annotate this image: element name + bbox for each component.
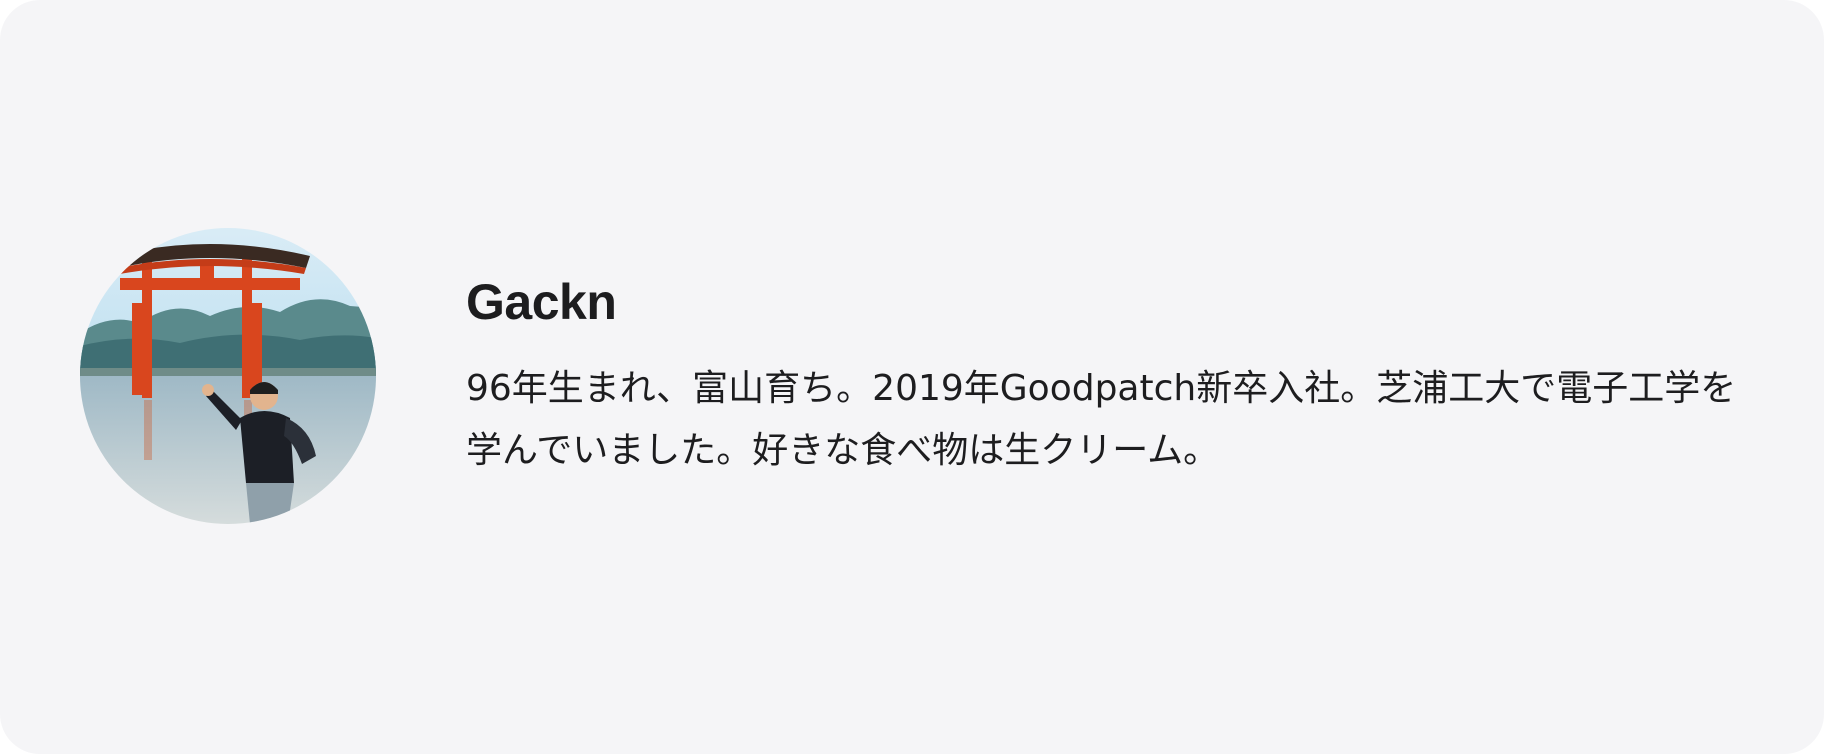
profile-bio: 96年生まれ、富山育ち。2019年Goodpatch新卒入社。芝浦工大で電子工学… xyxy=(466,368,1737,471)
profile-card: Gackn 96年生まれ、富山育ち。2019年Goodpatch新卒入社。芝浦工… xyxy=(0,0,1824,754)
profile-text: Gackn 96年生まれ、富山育ち。2019年Goodpatch新卒入社。芝浦工… xyxy=(466,262,1766,482)
profile-name: Gackn xyxy=(466,274,617,330)
avatar xyxy=(80,228,376,524)
profile-photo-icon xyxy=(80,228,376,524)
